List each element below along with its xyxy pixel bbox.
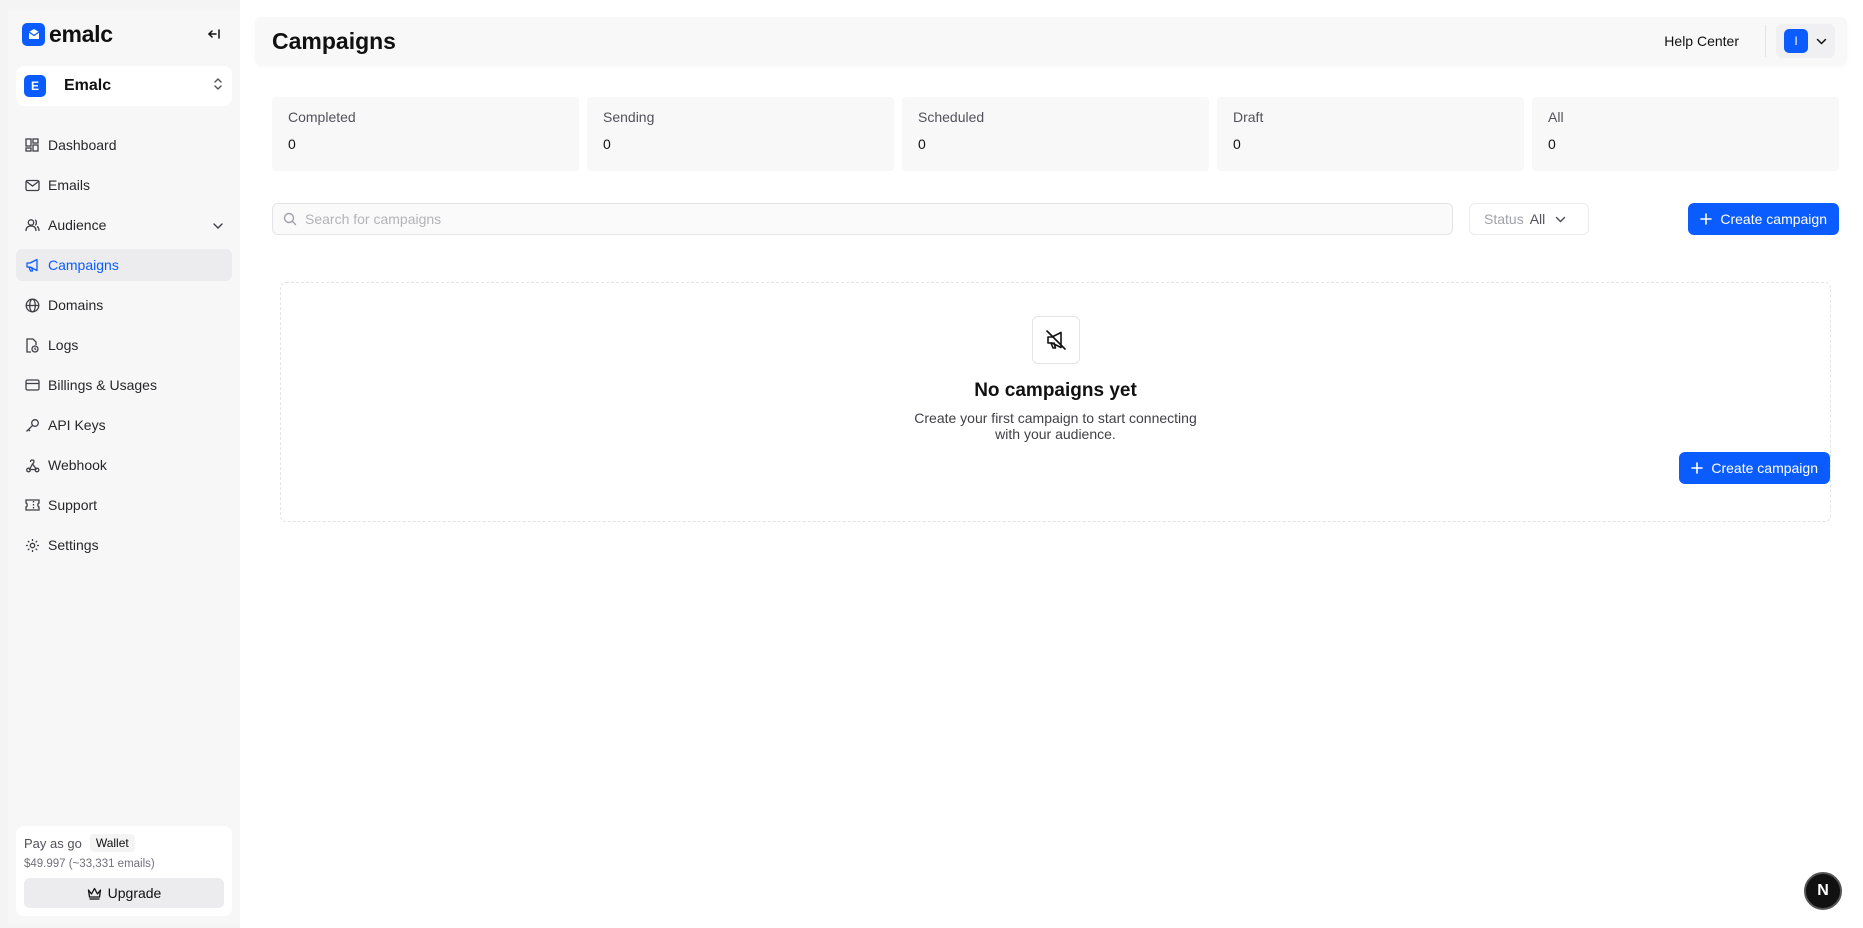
- sidebar-item-webhook[interactable]: Webhook: [16, 449, 232, 481]
- ticket-icon: [24, 497, 40, 513]
- collapse-sidebar-icon[interactable]: [204, 23, 226, 45]
- create-campaign-button[interactable]: Create campaign: [1688, 203, 1839, 235]
- empty-state-title: No campaigns yet: [974, 380, 1137, 401]
- plan-card: Pay as go Wallet $49.997 (~33,331 emails…: [16, 826, 232, 916]
- stat-card-all[interactable]: All 0: [1532, 97, 1839, 171]
- wallet-badge: Wallet: [89, 834, 135, 852]
- plan-name: Pay as go: [24, 835, 82, 851]
- empty-create-campaign-button[interactable]: Create campaign: [1679, 452, 1830, 484]
- sidebar-item-emails[interactable]: Emails: [16, 169, 232, 201]
- sidebar-item-label: Dashboard: [48, 137, 117, 153]
- sidebar: emalc E Emalc Dashboard Emails Audience …: [8, 10, 240, 924]
- sidebar-item-label: API Keys: [48, 417, 106, 433]
- help-center-link[interactable]: Help Center: [1664, 33, 1739, 49]
- key-icon: [24, 417, 40, 433]
- empty-state: No campaigns yet Create your first campa…: [280, 282, 1831, 522]
- user-menu[interactable]: I: [1776, 24, 1835, 58]
- sidebar-nav: Dashboard Emails Audience Campaigns Doma…: [8, 129, 240, 569]
- mail-icon: [24, 177, 40, 193]
- file-clock-icon: [24, 337, 40, 353]
- sidebar-item-label: Webhook: [48, 457, 107, 473]
- stat-value: 0: [1233, 136, 1241, 152]
- search-icon: [283, 212, 297, 226]
- chevrons-up-down-icon: [212, 77, 224, 96]
- plus-icon: [1691, 462, 1704, 474]
- chevron-down-icon: [1816, 38, 1827, 45]
- status-filter-select[interactable]: Status All: [1469, 203, 1589, 235]
- user-avatar: I: [1784, 29, 1808, 53]
- sidebar-item-api-keys[interactable]: API Keys: [16, 409, 232, 441]
- sidebar-item-label: Emails: [48, 177, 91, 193]
- credit-card-icon: [24, 377, 40, 393]
- page-title: Campaigns: [272, 27, 396, 54]
- stat-card-scheduled[interactable]: Scheduled 0: [902, 97, 1209, 171]
- status-filter-value: All: [1529, 211, 1546, 227]
- search-box: [272, 203, 1453, 235]
- stats-row: Completed 0 Sending 0 Scheduled 0 Draft …: [272, 97, 1839, 171]
- stat-value: 0: [1548, 136, 1556, 152]
- sidebar-item-campaigns[interactable]: Campaigns: [16, 249, 232, 281]
- status-filter-label: Status: [1484, 211, 1524, 227]
- workspace-switcher[interactable]: E Emalc: [16, 66, 232, 106]
- sidebar-item-support[interactable]: Support: [16, 489, 232, 521]
- dashboard-icon: [24, 137, 40, 153]
- stat-label: Draft: [1233, 109, 1264, 125]
- stat-value: 0: [918, 136, 926, 152]
- users-icon: [24, 217, 40, 233]
- sidebar-item-domains[interactable]: Domains: [16, 289, 232, 321]
- brand: emalc: [8, 14, 240, 54]
- stat-value: 0: [288, 136, 296, 152]
- sidebar-item-label: Billings & Usages: [48, 377, 157, 393]
- stat-card-draft[interactable]: Draft 0: [1217, 97, 1524, 171]
- megaphone-icon: [24, 257, 40, 273]
- megaphone-off-icon: [1031, 316, 1080, 364]
- stat-label: Sending: [603, 109, 655, 125]
- webhook-icon: [24, 457, 40, 473]
- sidebar-item-label: Logs: [48, 337, 79, 353]
- sidebar-item-settings[interactable]: Settings: [16, 529, 232, 561]
- divider: [1765, 25, 1766, 57]
- stat-label: All: [1548, 109, 1564, 125]
- upgrade-label: Upgrade: [107, 885, 162, 901]
- search-input[interactable]: [305, 211, 1442, 227]
- stat-card-sending[interactable]: Sending 0: [587, 97, 894, 171]
- workspace-name: Emalc: [64, 77, 112, 94]
- campaign-toolbar: Status All Create campaign: [272, 203, 1839, 235]
- sidebar-item-logs[interactable]: Logs: [16, 329, 232, 361]
- stat-value: 0: [603, 136, 611, 152]
- upgrade-button[interactable]: Upgrade: [24, 878, 224, 908]
- workspace-avatar: E: [24, 75, 46, 97]
- gear-icon: [24, 537, 40, 553]
- plan-balance: $49.997 (~33,331 emails): [24, 858, 155, 870]
- chevron-down-icon: [1556, 216, 1566, 223]
- sidebar-item-billings[interactable]: Billings & Usages: [16, 369, 232, 401]
- mail-logo-icon: [22, 22, 45, 46]
- stat-label: Scheduled: [918, 109, 985, 125]
- sidebar-item-label: Settings: [48, 537, 99, 553]
- stat-label: Completed: [288, 109, 356, 125]
- stat-card-completed[interactable]: Completed 0: [272, 97, 579, 171]
- globe-icon: [24, 297, 40, 313]
- sidebar-item-label: Campaigns: [48, 257, 119, 273]
- plus-icon: [1700, 213, 1713, 225]
- crown-icon: [87, 887, 101, 900]
- create-campaign-label: Create campaign: [1711, 460, 1818, 476]
- empty-state-description: Create your first campaign to start conn…: [914, 410, 1197, 442]
- main-content: Campaigns Help Center I Completed 0 Send…: [240, 0, 1863, 928]
- sidebar-item-label: Audience: [48, 217, 107, 233]
- sidebar-item-audience[interactable]: Audience: [16, 209, 232, 241]
- topbar: Campaigns Help Center I: [255, 17, 1847, 65]
- sidebar-item-label: Domains: [48, 297, 104, 313]
- sidebar-item-dashboard[interactable]: Dashboard: [16, 129, 232, 161]
- dev-tools-badge[interactable]: N: [1804, 872, 1842, 910]
- brand-name: emalc: [49, 20, 113, 47]
- sidebar-item-label: Support: [48, 497, 98, 513]
- create-campaign-label: Create campaign: [1720, 211, 1827, 227]
- chevron-down-icon: [212, 217, 224, 233]
